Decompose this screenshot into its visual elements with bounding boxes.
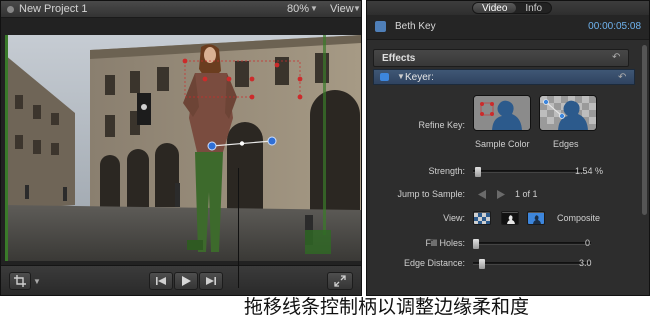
- effects-section-header[interactable]: Effects ↶: [373, 49, 629, 67]
- sample-color-icon: [474, 96, 530, 130]
- viewer-transport-bar: ▼: [1, 265, 361, 295]
- edges-label: Edges: [553, 139, 579, 149]
- previous-sample-icon[interactable]: [478, 190, 486, 199]
- view-label: View:: [443, 213, 465, 223]
- keyed-scene: [5, 35, 361, 261]
- view-menu[interactable]: View: [330, 3, 354, 15]
- jump-to-sample-label: Jump to Sample:: [397, 189, 465, 199]
- effect-enable-checkbox[interactable]: [380, 73, 389, 81]
- callout-leader-line: [238, 168, 239, 288]
- play-icon: [182, 276, 191, 286]
- edges-icon: [540, 96, 596, 130]
- chevron-down-icon[interactable]: ▼: [33, 277, 41, 286]
- reset-icon[interactable]: ↶: [618, 72, 626, 83]
- next-sample-icon[interactable]: [497, 190, 505, 199]
- strength-unit: %: [595, 166, 604, 176]
- play-button[interactable]: [174, 272, 198, 290]
- refine-key-label: Refine Key:: [418, 120, 465, 130]
- inspector-panel: Video Info Beth Key 00:00:05:08 Effects …: [366, 0, 650, 296]
- view-composite-button[interactable]: [527, 211, 545, 225]
- strength-value[interactable]: 1.54: [575, 166, 593, 176]
- view-matte-button[interactable]: [473, 211, 491, 225]
- clip-duration: 00:00:05:08: [588, 21, 641, 32]
- inspector-tabs: Video Info: [472, 2, 553, 14]
- effects-label: Effects: [382, 53, 416, 64]
- edge-distance-label: Edge Distance:: [403, 258, 465, 268]
- tab-info[interactable]: Info: [516, 3, 551, 14]
- callout-caption: 拖移线条控制柄以调整边缘柔和度: [244, 296, 530, 318]
- fullscreen-icon: [334, 275, 346, 287]
- strength-label: Strength:: [428, 166, 465, 176]
- view-mode-value: Composite: [557, 213, 601, 223]
- viewer-toolbar: New Project 1 80% ▼ View ▼: [1, 1, 361, 18]
- strength-slider[interactable]: [473, 167, 591, 177]
- composite-icon: [528, 213, 544, 224]
- strength-slider-knob[interactable]: [475, 167, 481, 177]
- edge-handle-outer[interactable]: [267, 136, 277, 146]
- tab-video[interactable]: Video: [473, 3, 517, 14]
- next-frame-icon: [206, 277, 216, 285]
- next-frame-button[interactable]: [199, 272, 223, 290]
- sample-color-button[interactable]: [473, 95, 531, 131]
- reset-icon[interactable]: ↶: [612, 52, 620, 63]
- keyer-effect-row[interactable]: ▼ Keyer: ↶: [373, 69, 635, 85]
- fill-holes-value[interactable]: 0: [585, 238, 590, 248]
- view-original-button[interactable]: [501, 211, 519, 225]
- previous-frame-button[interactable]: [149, 272, 173, 290]
- edge-handle-inner[interactable]: [207, 141, 217, 151]
- disclosure-triangle-icon[interactable]: ▼: [397, 72, 405, 81]
- sample-color-label: Sample Color: [475, 139, 530, 149]
- clip-icon: [375, 21, 386, 32]
- inspector-tab-bar: Video Info: [367, 1, 649, 15]
- jump-arrows[interactable]: [477, 189, 507, 200]
- project-title: New Project 1: [19, 3, 88, 15]
- clip-header: Beth Key 00:00:05:08: [367, 15, 649, 40]
- inspector-scrollbar[interactable]: [642, 45, 647, 215]
- fill-holes-label: Fill Holes:: [425, 238, 465, 248]
- previous-frame-icon: [156, 277, 166, 285]
- jump-to-sample-value: 1 of 1: [515, 189, 538, 199]
- edge-distance-value[interactable]: 3.0: [579, 258, 592, 268]
- keyer-label: Keyer:: [405, 72, 434, 83]
- crop-button[interactable]: [9, 272, 31, 290]
- fullscreen-button[interactable]: [327, 272, 353, 290]
- fill-holes-slider-knob[interactable]: [473, 239, 479, 249]
- video-frame[interactable]: [5, 35, 361, 261]
- clip-name: Beth Key: [395, 21, 436, 32]
- chevron-down-icon[interactable]: ▼: [310, 4, 318, 13]
- chevron-down-icon[interactable]: ▼: [353, 4, 361, 13]
- crop-icon: [14, 275, 26, 287]
- matte-icon: [474, 213, 490, 224]
- viewer-panel: New Project 1 80% ▼ View ▼ ▼: [0, 0, 362, 296]
- original-icon: [502, 213, 518, 224]
- edge-distance-slider[interactable]: [473, 259, 591, 269]
- edges-button[interactable]: [539, 95, 597, 131]
- zoom-level-menu[interactable]: 80%: [287, 3, 309, 15]
- edge-handle-center[interactable]: [239, 141, 245, 146]
- edge-distance-slider-knob[interactable]: [479, 259, 485, 269]
- project-icon: [7, 6, 14, 13]
- fill-holes-slider[interactable]: [473, 239, 591, 249]
